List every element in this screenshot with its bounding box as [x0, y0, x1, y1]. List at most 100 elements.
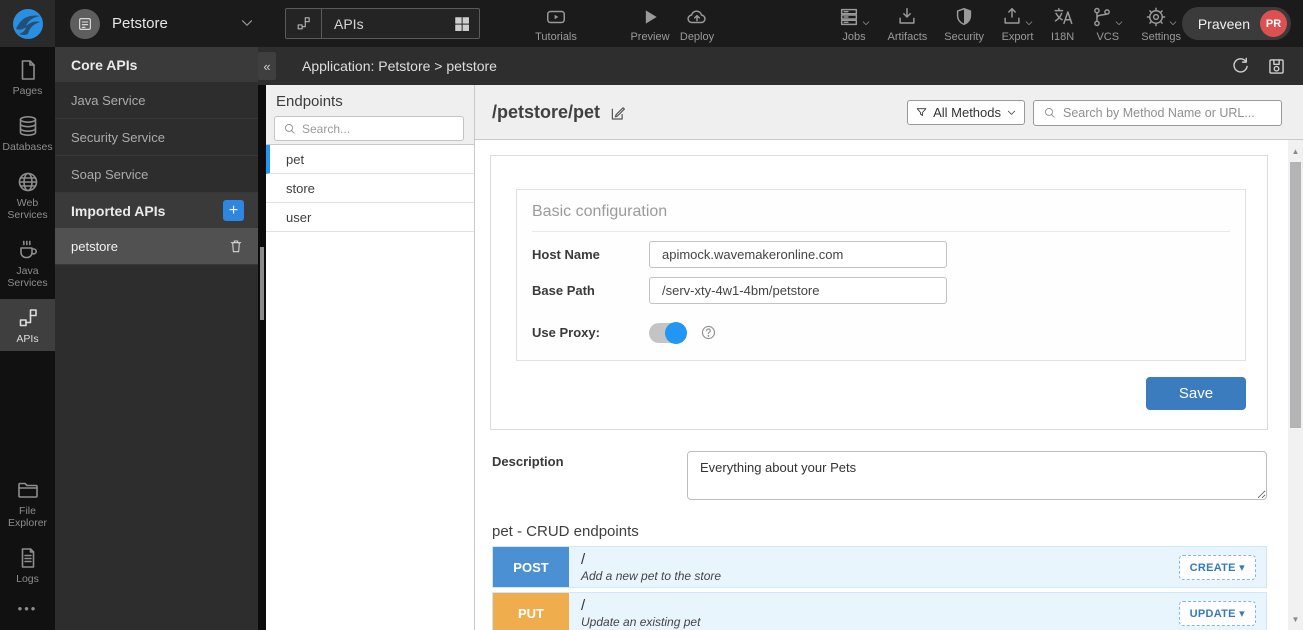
base-path-field[interactable] [649, 277, 947, 304]
tutorials-button[interactable]: Tutorials [525, 6, 587, 43]
delete-api-icon[interactable] [228, 238, 244, 254]
rail-overflow-button[interactable]: ••• [0, 591, 55, 630]
grid-icon[interactable] [453, 15, 471, 33]
rail-item-java-services[interactable]: Java Services [0, 231, 55, 295]
method-search-input[interactable] [1063, 106, 1263, 120]
config-card: Basic configuration Host Name Base Path … [490, 155, 1268, 430]
endpoint-row-put[interactable]: PUT / Update an existing pet UPDATE ▾ [492, 592, 1267, 630]
save-button[interactable]: Save [1146, 377, 1246, 410]
user-menu[interactable]: Praveen PR [1182, 7, 1291, 40]
page-title: /petstore/pet [492, 102, 600, 123]
rail-label: Java Services [0, 265, 55, 289]
folder-icon [16, 478, 40, 502]
rail-item-logs[interactable]: Logs [0, 539, 55, 591]
project-chevron-down-icon[interactable] [238, 14, 256, 32]
use-proxy-toggle[interactable] [649, 323, 686, 343]
main-content: Basic configuration Host Name Base Path … [475, 140, 1288, 630]
apis-node-icon [16, 306, 40, 330]
update-action-button[interactable]: UPDATE ▾ [1179, 601, 1256, 626]
petstore-label: petstore [71, 239, 118, 254]
rail-item-databases[interactable]: Databases [0, 107, 55, 159]
rail-label: APIs [16, 333, 38, 345]
export-label: Export [1002, 31, 1034, 43]
endpoints-search-input[interactable] [302, 122, 432, 136]
description-textarea[interactable]: Everything about your Pets [687, 451, 1267, 500]
rail-label: Pages [13, 85, 43, 97]
sidebar-item-soap-service[interactable]: Soap Service [55, 156, 258, 193]
security-button[interactable]: Security [944, 6, 984, 43]
apis-node-icon [286, 9, 322, 38]
rail-label: Logs [16, 573, 39, 585]
tutorials-label: Tutorials [535, 31, 577, 43]
floppy-save-icon [1266, 56, 1287, 77]
database-icon [16, 114, 40, 138]
rail-item-apis[interactable]: APIs [0, 299, 55, 351]
gear-icon [1145, 6, 1167, 28]
endpoint-item-user[interactable]: user [266, 203, 474, 232]
settings-button[interactable]: Settings [1141, 6, 1181, 43]
chevron-down-icon [1024, 18, 1034, 28]
rail-item-file-explorer[interactable]: File Explorer [0, 471, 55, 535]
project-switcher[interactable]: Petstore [70, 0, 168, 47]
imported-apis-title: Imported APIs [71, 203, 165, 219]
breadcrumb-actions [1230, 47, 1287, 85]
endpoint-item-pet[interactable]: pet [266, 145, 474, 174]
add-api-button[interactable]: + [223, 200, 244, 221]
methods-filter-value: All Methods [933, 105, 1001, 120]
module-selector-label: APIs [322, 16, 453, 32]
method-badge-put: PUT [493, 593, 569, 630]
security-label: Security [944, 31, 984, 43]
settings-label: Settings [1141, 31, 1181, 43]
refresh-button[interactable] [1230, 56, 1251, 77]
log-document-icon [16, 546, 40, 570]
security-shield-icon [953, 6, 975, 28]
endpoint-row-post[interactable]: POST / Add a new pet to the store CREATE… [492, 546, 1267, 588]
use-proxy-label: Use Proxy: [532, 325, 649, 340]
main-scrollbar[interactable]: ▲ ▼ [1288, 140, 1303, 630]
host-name-label: Host Name [532, 247, 649, 262]
jobs-button[interactable]: Jobs [838, 6, 871, 43]
scroll-up-arrow[interactable]: ▲ [1288, 144, 1303, 158]
rail-item-web-services[interactable]: Web Services [0, 163, 55, 227]
chevron-down-icon [1168, 18, 1178, 28]
create-action-button[interactable]: CREATE ▾ [1179, 555, 1256, 580]
method-search[interactable] [1033, 100, 1282, 126]
sidebar-item-security-service[interactable]: Security Service [55, 119, 258, 156]
edit-path-button[interactable] [609, 104, 627, 122]
main-scrollbar-thumb[interactable] [1290, 162, 1301, 428]
preview-button[interactable]: Preview [627, 6, 673, 43]
host-name-field[interactable] [649, 241, 947, 268]
save-project-button[interactable] [1266, 56, 1287, 77]
deploy-label: Deploy [680, 31, 714, 43]
artifacts-button[interactable]: Artifacts [888, 6, 928, 43]
rail-spacer [0, 351, 55, 466]
wavemaker-logo[interactable] [0, 0, 55, 47]
breadcrumb: Application: Petstore > petstore [302, 47, 497, 85]
apis-sidebar: Core APIs Java Service Security Service … [55, 47, 258, 630]
endpoint-item-store[interactable]: store [266, 174, 474, 203]
endpoints-search[interactable] [274, 116, 464, 141]
sidebar-item-java-service[interactable]: Java Service [55, 82, 258, 119]
scroll-down-arrow[interactable]: ▼ [1288, 612, 1303, 626]
export-button[interactable]: Export [1001, 6, 1034, 43]
search-icon [1043, 106, 1056, 119]
sidebar-scrollbar-thumb[interactable] [260, 247, 264, 320]
search-icon [283, 122, 296, 135]
chevron-down-icon [861, 18, 871, 28]
sidebar-item-petstore[interactable]: petstore [55, 228, 258, 265]
git-branch-icon [1091, 6, 1113, 28]
vcs-button[interactable]: VCS [1091, 6, 1124, 43]
refresh-icon [1230, 56, 1251, 77]
module-selector[interactable]: APIs [285, 8, 480, 39]
jobs-server-icon [838, 6, 860, 28]
user-name: Praveen [1198, 16, 1250, 32]
help-icon[interactable] [700, 324, 717, 341]
chevron-down-icon [1006, 107, 1017, 118]
collapse-sidebar-button[interactable]: « [258, 52, 276, 80]
i18n-button[interactable]: I18N [1051, 6, 1074, 43]
sidebar-scrollbar[interactable] [258, 85, 266, 630]
artifacts-download-icon [896, 6, 918, 28]
methods-filter-select[interactable]: All Methods [907, 100, 1025, 125]
deploy-button[interactable]: Deploy [672, 6, 722, 43]
rail-item-pages[interactable]: Pages [0, 51, 55, 103]
